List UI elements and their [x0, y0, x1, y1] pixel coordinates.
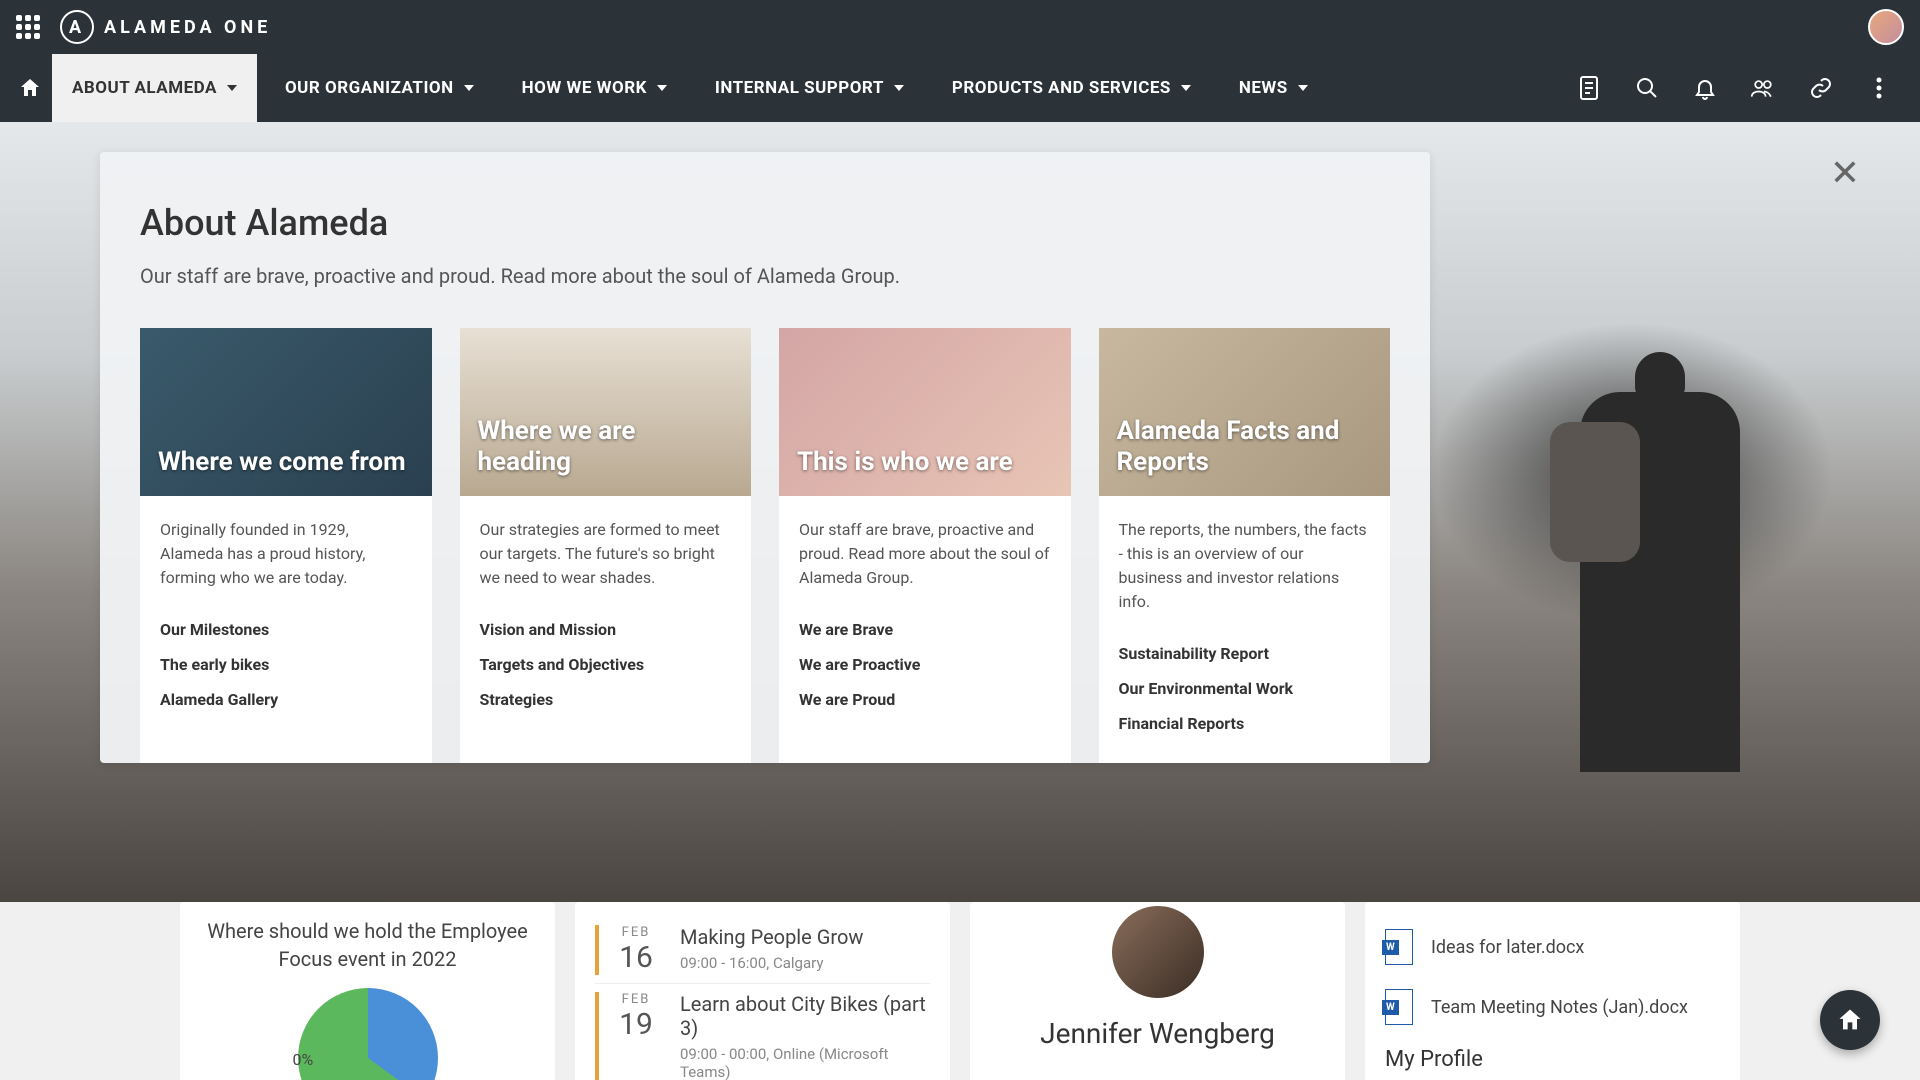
nav-internal-support[interactable]: INTERNAL SUPPORT	[695, 54, 924, 122]
mega-card-description: The reports, the numbers, the facts - th…	[1119, 518, 1371, 614]
nav-about-alameda[interactable]: ABOUT ALAMEDA	[52, 54, 257, 122]
chevron-down-icon	[1181, 85, 1191, 91]
mega-card-body: Originally founded in 1929, Alameda has …	[140, 496, 432, 739]
logo-mark-icon: A	[60, 10, 94, 44]
my-profile-heading: My Profile	[1385, 1047, 1720, 1072]
mega-card-image[interactable]: Where we are heading	[460, 328, 752, 496]
more-vertical-icon[interactable]	[1866, 75, 1892, 101]
user-avatar[interactable]	[1868, 9, 1904, 45]
document-name: Team Meeting Notes (Jan).docx	[1431, 997, 1688, 1018]
mega-card-image[interactable]: Alameda Facts and Reports	[1099, 328, 1391, 496]
top-bar: A ALAMEDA ONE	[0, 0, 1920, 54]
brand-logo[interactable]: A ALAMEDA ONE	[60, 10, 271, 44]
event-title: Learn about City Bikes (part 3)	[680, 992, 930, 1040]
document-item[interactable]: Team Meeting Notes (Jan).docx	[1385, 977, 1720, 1037]
profile-avatar[interactable]	[1108, 902, 1208, 1002]
mega-menu-title: About Alameda	[140, 202, 1390, 244]
mega-card-link[interactable]: Alameda Gallery	[160, 682, 412, 717]
profile-name: Jennifer Wengberg	[990, 1017, 1325, 1050]
chevron-down-icon	[227, 85, 237, 91]
home-fab-button[interactable]	[1820, 990, 1880, 1050]
poll-pie-chart: 0%	[298, 988, 438, 1080]
mega-card-description: Our staff are brave, proactive and proud…	[799, 518, 1051, 590]
chevron-down-icon	[894, 85, 904, 91]
nav-news[interactable]: NEWS	[1219, 54, 1328, 122]
mega-card-title: Where we are heading	[478, 416, 734, 478]
mega-card-body: Our staff are brave, proactive and proud…	[779, 496, 1071, 739]
pie-label: 0%	[293, 1050, 314, 1069]
mega-card-body: Our strategies are formed to meet our ta…	[460, 496, 752, 739]
event-item[interactable]: FEB 16 Making People Grow 09:00 - 16:00,…	[595, 917, 930, 984]
document-icon[interactable]	[1576, 75, 1602, 101]
mega-card-link[interactable]: Strategies	[480, 682, 732, 717]
event-body: Making People Grow 09:00 - 16:00, Calgar…	[665, 925, 930, 975]
mega-card-link[interactable]: Our Milestones	[160, 612, 412, 647]
mega-card-title: Alameda Facts and Reports	[1117, 416, 1373, 478]
mega-card-link[interactable]: We are Proud	[799, 682, 1051, 717]
profile-panel: Jennifer Wengberg	[970, 902, 1345, 1080]
document-item[interactable]: Ideas for later.docx	[1385, 917, 1720, 977]
mega-card-title: Where we come from	[158, 447, 406, 478]
event-day: 16	[607, 940, 665, 975]
mega-card-description: Our strategies are formed to meet our ta…	[480, 518, 732, 590]
search-icon[interactable]	[1634, 75, 1660, 101]
home-icon[interactable]	[16, 74, 44, 102]
mega-card-title: This is who we are	[797, 447, 1013, 478]
hero-person-graphic	[1520, 392, 1800, 892]
event-time: 09:00 - 00:00, Online (Microsoft Teams)	[680, 1045, 930, 1080]
brand-name: ALAMEDA ONE	[104, 17, 271, 38]
mega-card: Where we are heading Our strategies are …	[460, 328, 752, 763]
event-date: FEB 19	[595, 992, 665, 1080]
mega-card-link[interactable]: The early bikes	[160, 647, 412, 682]
main-nav: ABOUT ALAMEDA OUR ORGANIZATION HOW WE WO…	[0, 54, 1920, 122]
event-title: Making People Grow	[680, 925, 930, 949]
poll-title: Where should we hold the Employee Focus …	[200, 917, 535, 973]
chevron-down-icon	[1298, 85, 1308, 91]
chevron-down-icon	[464, 85, 474, 91]
mega-card-body: The reports, the numbers, the facts - th…	[1099, 496, 1391, 763]
mega-menu: About Alameda Our staff are brave, proac…	[100, 152, 1430, 763]
event-time: 09:00 - 16:00, Calgary	[680, 954, 930, 972]
bell-icon[interactable]	[1692, 75, 1718, 101]
nav-how-we-work[interactable]: HOW WE WORK	[502, 54, 687, 122]
mega-card-link[interactable]: Financial Reports	[1119, 706, 1371, 741]
document-name: Ideas for later.docx	[1431, 937, 1584, 958]
events-panel: FEB 16 Making People Grow 09:00 - 16:00,…	[575, 902, 950, 1080]
nav-our-organization[interactable]: OUR ORGANIZATION	[265, 54, 494, 122]
nav-products-services[interactable]: PRODUCTS AND SERVICES	[932, 54, 1211, 122]
event-date: FEB 16	[595, 925, 665, 975]
dashboard-row: Where should we hold the Employee Focus …	[0, 902, 1920, 1080]
mega-menu-subtitle: Our staff are brave, proactive and proud…	[140, 264, 1390, 288]
hero-section: ✕ About Alameda Our staff are brave, pro…	[0, 122, 1920, 902]
mega-card-link[interactable]: Our Environmental Work	[1119, 671, 1371, 706]
mega-card-image[interactable]: Where we come from	[140, 328, 432, 496]
poll-panel: Where should we hold the Employee Focus …	[180, 902, 555, 1080]
mega-card-image[interactable]: This is who we are	[779, 328, 1071, 496]
mega-card-description: Originally founded in 1929, Alameda has …	[160, 518, 412, 590]
word-doc-icon	[1385, 929, 1413, 965]
mega-card-link[interactable]: Vision and Mission	[480, 612, 732, 647]
link-icon[interactable]	[1808, 75, 1834, 101]
people-icon[interactable]	[1750, 75, 1776, 101]
mega-card-link[interactable]: We are Brave	[799, 612, 1051, 647]
word-doc-icon	[1385, 989, 1413, 1025]
mega-card-link[interactable]: We are Proactive	[799, 647, 1051, 682]
mega-card-link[interactable]: Sustainability Report	[1119, 636, 1371, 671]
mega-card: This is who we are Our staff are brave, …	[779, 328, 1071, 763]
event-day: 19	[607, 1007, 665, 1042]
close-icon[interactable]: ✕	[1830, 152, 1860, 194]
event-month: FEB	[607, 925, 665, 940]
apps-grid-icon[interactable]	[16, 15, 40, 39]
event-item[interactable]: FEB 19 Learn about City Bikes (part 3) 0…	[595, 984, 930, 1080]
mega-card: Where we come from Originally founded in…	[140, 328, 432, 763]
mega-card: Alameda Facts and Reports The reports, t…	[1099, 328, 1391, 763]
documents-panel: Ideas for later.docx Team Meeting Notes …	[1365, 902, 1740, 1080]
event-body: Learn about City Bikes (part 3) 09:00 - …	[665, 992, 930, 1080]
chevron-down-icon	[657, 85, 667, 91]
event-month: FEB	[607, 992, 665, 1007]
mega-card-link[interactable]: Targets and Objectives	[480, 647, 732, 682]
